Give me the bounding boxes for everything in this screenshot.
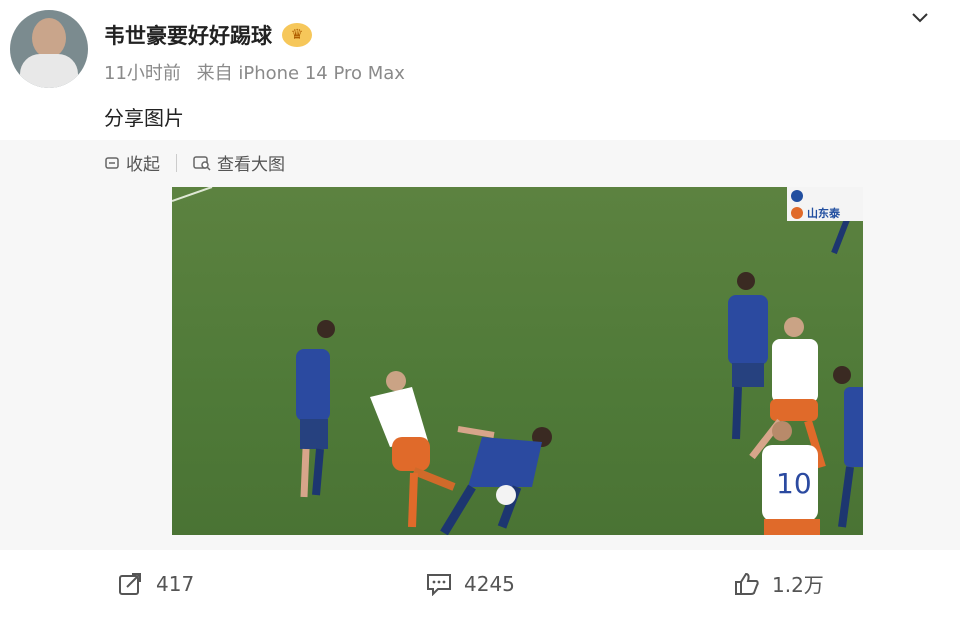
score-bug-row-1: [787, 187, 863, 204]
post-source: 来自 iPhone 14 Pro Max: [196, 63, 405, 84]
team-badge-icon: [791, 206, 803, 219]
repost-icon: [119, 572, 141, 595]
svg-text:10: 10: [776, 467, 812, 500]
post-meta: 11小时前 来自 iPhone 14 Pro Max: [104, 59, 415, 85]
photo-scene: 10: [172, 187, 863, 535]
player-blue-right: [728, 272, 768, 440]
score-bug: 山东泰: [787, 187, 863, 221]
post-text: 分享图片: [104, 106, 184, 130]
chevron-down-icon[interactable]: [910, 8, 930, 28]
repost-count: 417: [156, 571, 195, 596]
collapse-button[interactable]: 收起: [104, 150, 160, 175]
comment-count: 4245: [464, 571, 515, 596]
score-bug-row-2: 山东泰: [787, 204, 863, 221]
repost-button[interactable]: 417: [118, 550, 194, 617]
post-footer: 417 4245 1.2万: [0, 550, 960, 617]
comment-button[interactable]: 4245: [426, 550, 515, 617]
view-large-button[interactable]: 查看大图: [193, 150, 285, 175]
player-white-center: [370, 371, 456, 528]
view-large-label: 查看大图: [217, 155, 285, 175]
avatar-face: [32, 18, 66, 58]
like-button[interactable]: 1.2万: [734, 550, 824, 617]
team-badge-icon: [791, 189, 803, 202]
media-actions: 收起 查看大图: [104, 150, 285, 175]
like-count: 1.2万: [772, 573, 824, 597]
player-blue-edge: [831, 215, 863, 528]
collapse-icon: [105, 156, 119, 169]
comment-icon: [427, 573, 451, 596]
username[interactable]: 韦世豪要好好踢球: [104, 20, 272, 50]
username-row: 韦世豪要好好踢球 ♛: [104, 20, 312, 50]
collapse-label: 收起: [126, 155, 160, 175]
weibo-post: V 韦世豪要好好踢球 ♛ 11小时前 来自 iPhone 14 Pro Max …: [0, 0, 960, 617]
fan-badge-icon[interactable]: ♛: [282, 23, 312, 47]
avatar-shirt: [20, 54, 78, 88]
player-blue-center: [440, 426, 552, 535]
post-photo[interactable]: 10 山东泰: [172, 187, 863, 535]
thumbs-up-icon: [735, 572, 759, 595]
avatar[interactable]: V: [10, 10, 88, 88]
view-large-icon: [193, 155, 211, 171]
post-time[interactable]: 11小时前: [104, 63, 181, 84]
divider: [176, 153, 177, 172]
score-bug-team: 山东泰: [807, 206, 840, 220]
player-blue-left: [296, 320, 335, 498]
